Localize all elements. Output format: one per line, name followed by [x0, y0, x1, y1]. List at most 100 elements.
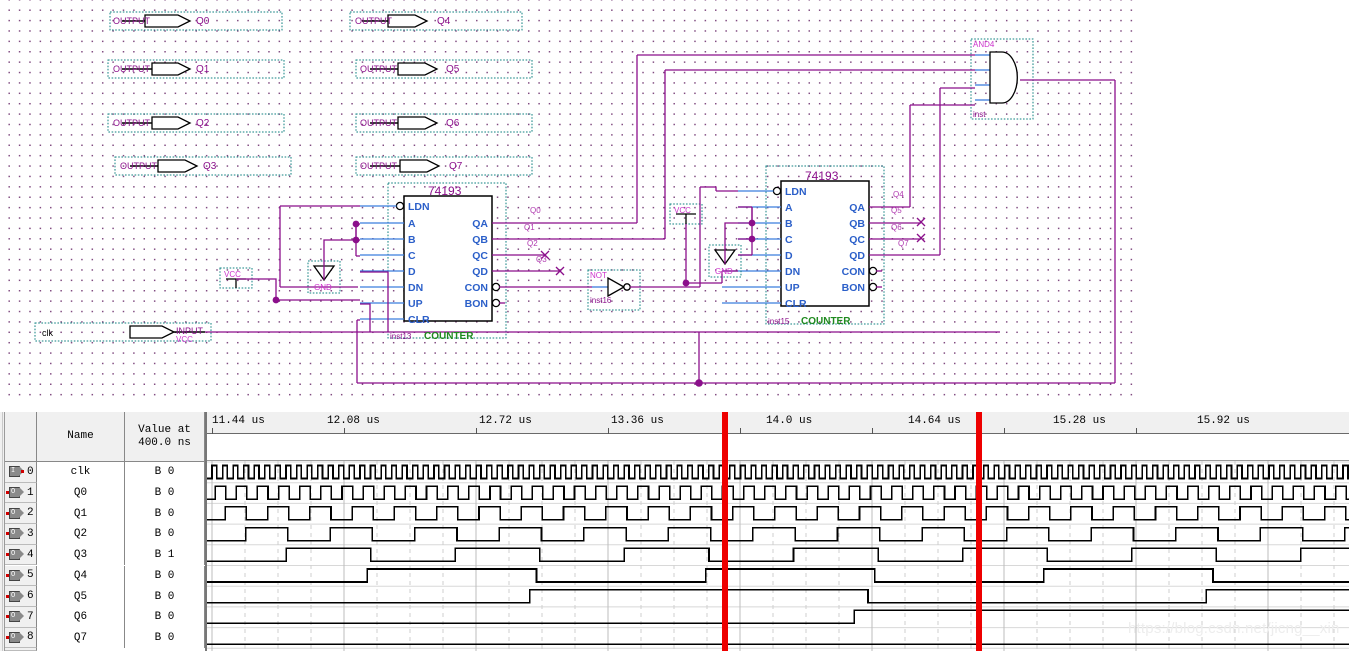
right-pin-CLR: CLR: [785, 298, 807, 310]
signal-value-Q4: B 0: [125, 565, 205, 587]
vcc-left-label: VCC: [224, 270, 241, 279]
time-label-0: 11.44 us: [212, 415, 265, 427]
signal-value-Q6: B 0: [125, 606, 205, 628]
left-counter-instance: inst13: [390, 332, 412, 341]
port-name-Q0: Q0: [196, 16, 210, 27]
signal-name-Q1[interactable]: Q1: [37, 503, 125, 525]
port-type-Q6: OUTPUT: [360, 118, 398, 128]
right-pin-QA: QA: [849, 202, 865, 214]
gnd-right-label: GND: [715, 267, 733, 276]
signal-index: 0: [27, 465, 34, 478]
right-pin-C: C: [785, 234, 793, 246]
time-label-7: 15.92 us: [1197, 415, 1250, 427]
cursor-2[interactable]: [976, 412, 982, 651]
right-pin-QC: QC: [849, 234, 865, 246]
signal-index: 8: [27, 631, 34, 644]
input-port-sub-label: VCC: [176, 335, 193, 344]
port-type-Q7: OUTPUT: [360, 161, 398, 171]
value-header-line2: 400.0 ns: [138, 436, 191, 449]
waveform-left-edge: [205, 412, 207, 651]
left-pin-QA: QA: [472, 218, 488, 230]
and4-gate-inst: [970, 38, 1034, 120]
signal-name-Q7[interactable]: Q7: [37, 627, 125, 649]
left-counter-family: COUNTER: [424, 331, 474, 342]
right-pin-DN: DN: [785, 266, 800, 278]
port-name-Q1: Q1: [196, 64, 210, 75]
net-label-Q4: Q4: [893, 190, 904, 199]
port-name-Q2: Q2: [196, 118, 210, 129]
port-type-Q3: OUTPUT: [120, 161, 158, 171]
left-counter-part: 74193: [428, 184, 462, 198]
signal-name-clk[interactable]: clk: [37, 462, 125, 483]
port-type-Q5: OUTPUT: [360, 64, 398, 74]
signal-gutter-Q7[interactable]: O8: [5, 627, 37, 649]
left-pin-B: B: [408, 234, 416, 246]
and-gate-part: AND4: [973, 40, 995, 49]
output-pin-icon: O: [6, 549, 24, 561]
signal-value-Q5: B 0: [125, 586, 205, 607]
signal-gutter-Q5[interactable]: O6: [5, 586, 37, 607]
signal-name-Q4[interactable]: Q4: [37, 565, 125, 587]
net-label-Q5: Q5: [891, 206, 902, 215]
net-label-Q3: Q3: [536, 255, 547, 264]
output-pin-icon: O: [6, 631, 24, 643]
signal-value-Q0: B 0: [125, 482, 205, 504]
signal-gutter-Q2[interactable]: O3: [5, 524, 37, 545]
input-port-name: clk: [42, 328, 53, 338]
right-pin-D: D: [785, 250, 793, 262]
time-label-4: 14.0 us: [766, 415, 813, 427]
port-type-Q4: OUTPUT: [355, 16, 393, 26]
port-name-Q3: Q3: [203, 161, 217, 172]
signal-name-Q5[interactable]: Q5: [37, 586, 125, 607]
left-pin-C: C: [408, 250, 416, 262]
right-counter-instance: inst15: [768, 317, 790, 326]
time-label-5: 14.64 us: [908, 415, 961, 427]
cursor-1[interactable]: [722, 412, 728, 651]
value-column-header: Value at 400.0 ns: [125, 412, 205, 462]
time-axis-blank-strip: [205, 434, 1349, 461]
signal-gutter-Q6[interactable]: O7: [5, 606, 37, 628]
signal-gutter-Q3[interactable]: O4: [5, 544, 37, 566]
name-column-header: Name: [37, 412, 125, 462]
left-pin-UP: UP: [408, 298, 423, 310]
left-pin-A: A: [408, 218, 416, 230]
left-pin-D: D: [408, 266, 416, 278]
left-pin-BON: BON: [465, 298, 488, 310]
schematic-canvas[interactable]: .wire{stroke:#8b0f8b;stroke-width:1.3;fi…: [0, 0, 1349, 404]
port-name-Q7: Q7: [449, 161, 463, 172]
not-gate-part: NOT: [590, 271, 607, 280]
signal-value-Q7: B 0: [125, 627, 205, 649]
right-counter-part: 74193: [805, 169, 839, 183]
signal-gutter-Q4[interactable]: O5: [5, 565, 37, 587]
left-pin-QC: QC: [472, 250, 488, 262]
signal-name-Q2[interactable]: Q2: [37, 524, 125, 545]
signal-name-Q3[interactable]: Q3: [37, 544, 125, 566]
output-pin-icon: O: [6, 611, 24, 623]
port-name-Q4: Q4: [437, 16, 451, 27]
signal-gutter-clk[interactable]: I0: [5, 462, 37, 483]
right-pin-UP: UP: [785, 282, 800, 294]
net-label-Q6: Q6: [891, 223, 902, 232]
signal-value-Q2: B 0: [125, 524, 205, 545]
and-gate-instance: inst: [973, 110, 986, 119]
waveform-rail-line: [2, 412, 3, 651]
right-pin-A: A: [785, 202, 793, 214]
signal-value-Q3: B 1: [125, 544, 205, 566]
signal-gutter-Q1[interactable]: O2: [5, 503, 37, 525]
right-pin-CON: CON: [842, 266, 865, 278]
left-pin-DN: DN: [408, 282, 423, 294]
time-axis-header[interactable]: 11.44 us 12.08 us 12.72 us 13.36 us 14.0 us 1…: [205, 412, 1349, 434]
signal-name-Q6[interactable]: Q6: [37, 606, 125, 628]
signal-index: 4: [27, 548, 34, 561]
right-pin-LDN: LDN: [785, 186, 807, 198]
left-pin-QB: QB: [472, 234, 488, 246]
value-header-line1: Value at: [138, 423, 191, 436]
port-type-Q1: OUTPUT: [113, 64, 151, 74]
not-gate-instance: inst16: [590, 296, 612, 305]
schematic-drawing: .wire{stroke:#8b0f8b;stroke-width:1.3;fi…: [34, 11, 1116, 387]
net-label-Q1: Q1: [524, 223, 535, 232]
app-root: .wire{stroke:#8b0f8b;stroke-width:1.3;fi…: [0, 0, 1349, 651]
signal-gutter-Q0[interactable]: O1: [5, 482, 37, 504]
input-pin-icon: I: [6, 466, 24, 478]
signal-name-Q0[interactable]: Q0: [37, 482, 125, 504]
